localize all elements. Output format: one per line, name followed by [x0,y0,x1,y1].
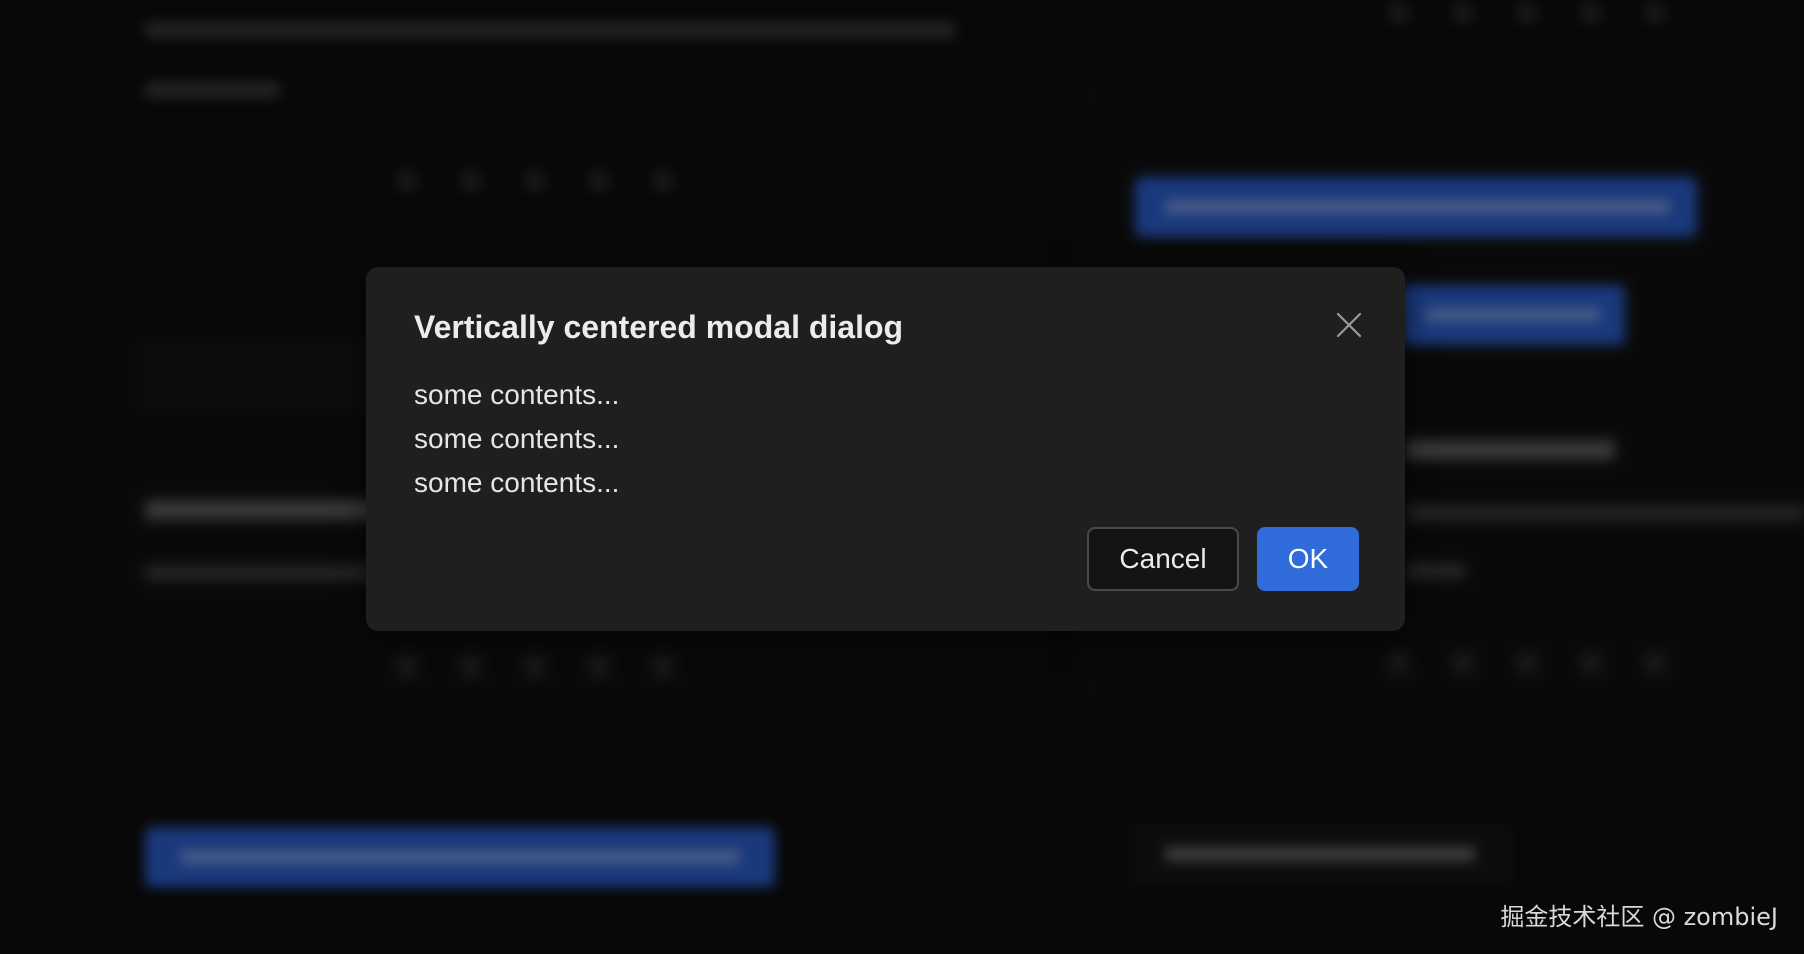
close-button[interactable] [1327,303,1371,347]
close-icon [1336,312,1362,338]
ok-button[interactable]: OK [1257,527,1359,591]
modal-dialog: Vertically centered modal dialog some co… [366,267,1405,631]
modal-title: Vertically centered modal dialog [414,309,904,345]
screen: Vertically centered modal dialog some co… [0,0,1804,954]
modal-content-line: some contents... [414,423,620,454]
watermark: 掘金技术社区 @ zombieJ [1500,903,1778,931]
modal-content-line: some contents... [414,467,620,498]
modal-content-line: some contents... [414,379,620,410]
cancel-button[interactable]: Cancel [1087,527,1239,591]
modal-body: some contents... some contents... some c… [414,373,619,505]
